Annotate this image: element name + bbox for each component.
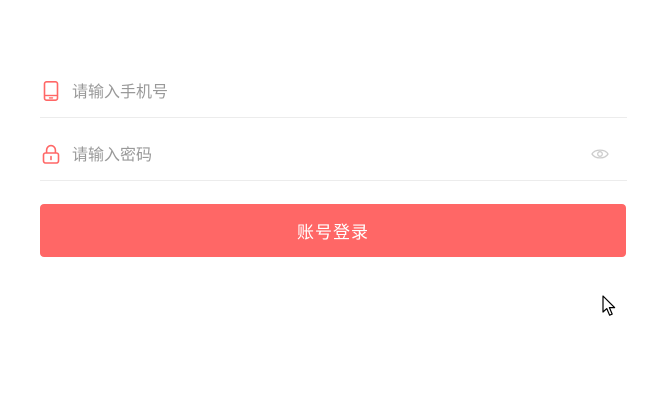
mouse-pointer-icon — [602, 295, 618, 319]
lock-icon — [42, 144, 60, 164]
login-page: 账号登录 — [0, 0, 670, 415]
phone-input[interactable] — [72, 78, 572, 104]
eye-icon[interactable] — [591, 146, 609, 160]
password-field — [40, 127, 627, 181]
password-input[interactable] — [72, 141, 572, 167]
phone-field — [40, 64, 627, 118]
account-login-button[interactable]: 账号登录 — [40, 204, 626, 257]
phone-icon — [42, 81, 60, 101]
